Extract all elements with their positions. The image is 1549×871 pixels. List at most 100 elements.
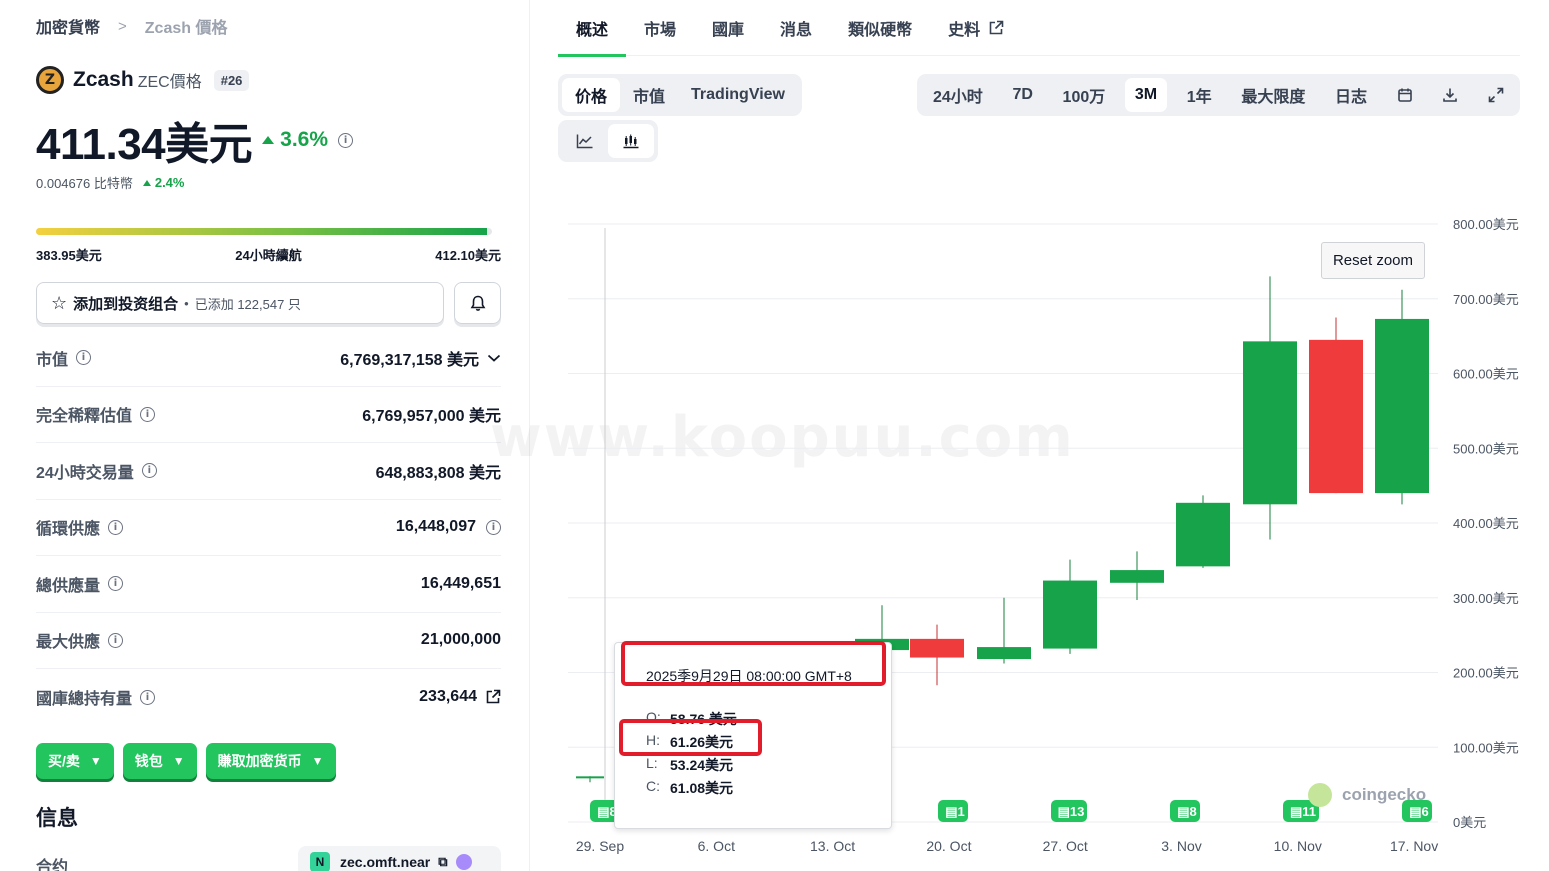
price-alert-button[interactable] [454,282,501,324]
stat-label: 完全稀釋估值 [36,408,133,426]
range-1y[interactable]: 1年 [1177,78,1222,112]
candle-body [1176,502,1230,567]
info-icon[interactable]: i [486,519,501,535]
x-tick-label: 13. Oct [810,838,855,854]
stat-value: 21,000,000 [420,631,501,649]
y-tick-label: 100.00美元 [1453,740,1519,755]
range-7d[interactable]: 7D [1002,78,1042,112]
candle-body [1110,570,1164,583]
stat-value: 233,644 [419,688,477,706]
breadcrumb: 加密貨幣 > Zcash 價格 [36,14,227,38]
chevron-down-icon[interactable] [487,353,501,363]
range-3m[interactable]: 3M [1124,78,1168,112]
range-1m[interactable]: 100万 [1053,78,1116,112]
tab-similar-coins[interactable]: 類似硬幣 [830,0,930,56]
line-chart-icon [576,134,593,149]
line-chart-button[interactable] [562,124,608,158]
candle-body [1043,580,1097,649]
range-low: 383.95美元 [36,248,102,263]
coin-symbol: ZEC價格 [137,74,202,91]
wallet-button[interactable]: 钱包 ▼ [122,743,197,779]
stat-24h-volume: 24小時交易量 i 648,883,808 美元 [36,443,501,500]
external-link-icon [989,20,1004,34]
stat-label: 24小時交易量 [36,464,134,482]
breadcrumb-parent[interactable]: 加密貨幣 [36,14,100,38]
main-tabs: 概述 市場 國庫 消息 類似硬幣 史料 [558,0,1520,57]
download-button[interactable] [1432,78,1468,112]
earn-crypto-button[interactable]: 賺取加密货币 ▼ [205,743,336,779]
info-icon[interactable]: i [338,132,354,148]
y-tick-label: 600.00美元 [1453,367,1519,382]
news-marker[interactable]: ▤8 [1170,800,1200,822]
news-marker[interactable]: ▤1 [938,800,968,822]
stat-label: 總供應量 [36,577,101,595]
24h-range-fill [36,228,488,235]
candlestick-icon [623,134,639,149]
toggle-tradingview[interactable]: TradingView [678,78,798,112]
tab-markets[interactable]: 市場 [626,0,694,56]
x-tick-label: 29. Sep [576,838,624,854]
info-icon[interactable]: i [140,689,156,705]
calendar-button[interactable] [1387,78,1423,112]
btc-price: 0.004676 比特幣 [36,176,133,191]
wallet-connect-icon[interactable] [455,854,472,870]
highlight-box-high [619,719,762,756]
chevron-down-icon: ▼ [172,754,185,768]
y-tick-label: 400.00美元 [1453,516,1519,531]
stat-label: 國庫總持有量 [36,691,133,709]
zcash-logo-icon: Z [36,66,64,94]
candle-body [1375,318,1429,494]
tab-overview[interactable]: 概述 [558,0,627,57]
range-log[interactable]: 日志 [1325,78,1377,112]
candle-body [576,776,604,779]
info-icon[interactable]: i [108,519,124,535]
coin-info-panel: 加密貨幣 > Zcash 價格 Z Zcash ZEC價格 #26 411.34… [0,0,530,871]
buy-sell-button[interactable]: 买/卖 ▼ [36,743,114,779]
range-max[interactable]: 最大限度 [1231,78,1315,112]
candle-body [977,647,1031,660]
info-icon[interactable]: i [108,632,124,648]
info-icon[interactable]: i [76,350,92,366]
candlestick-chart-button[interactable] [608,124,654,158]
portfolio-label: 添加到投资组合 [73,295,179,313]
info-icon[interactable]: i [141,463,157,479]
x-tick-label: 3. Nov [1161,838,1201,854]
tab-treasury[interactable]: 國庫 [694,0,762,56]
range-24h[interactable]: 24小时 [923,78,993,112]
btc-change-value: 2.4% [154,175,185,190]
news-marker[interactable]: ▤13 [1051,800,1087,822]
info-icon[interactable]: i [108,576,124,592]
contract-address: zec.omft.near [340,854,431,870]
near-logo-icon: N [310,852,330,871]
toggle-price[interactable]: 价格 [562,78,621,112]
fullscreen-button[interactable] [1478,78,1514,112]
tooltip-close: C: 61.08美元 [646,778,734,796]
info-icon[interactable]: i [140,406,156,422]
rank-badge: #26 [213,69,250,91]
contract-address-chip[interactable]: N zec.omft.near ⧉ [298,846,501,871]
external-link-icon[interactable] [485,689,501,705]
btc-change: 2.4% [142,175,185,190]
stat-label: 最大供應 [36,634,101,652]
tab-historical-data[interactable]: 史料 [930,0,1022,56]
chart-metric-toggle: 价格 市值 TradingView [558,74,802,116]
news-marker-count: ▤13 [1058,804,1085,819]
candle-body [1309,339,1363,494]
coingecko-gecko-icon [1308,783,1332,807]
stat-value: 16,449,651 [420,574,501,592]
range-high: 412.10美元 [435,248,501,263]
y-tick-label: 0美元 [1453,815,1486,830]
reset-zoom-button[interactable]: Reset zoom [1321,242,1425,279]
chevron-down-icon: ▼ [89,754,102,768]
coingecko-logo: coingecko [1308,783,1426,807]
tab-news[interactable]: 消息 [762,0,830,56]
coin-header: Z Zcash ZEC價格 #26 [36,66,250,94]
chevron-down-icon: ▼ [311,754,324,768]
stat-value: 648,883,808 美元 [375,464,501,482]
time-range-toggle: 24小时 7D 100万 3M 1年 最大限度 日志 [917,74,1520,116]
info-heading: 信息 [36,807,78,830]
price-change-value: 3.6% [280,128,329,151]
toggle-market-cap[interactable]: 市值 [620,78,678,112]
add-to-portfolio-button[interactable]: ☆ 添加到投资组合 • 已添加 122,547 只 [36,282,444,324]
copy-icon[interactable]: ⧉ [438,854,447,870]
